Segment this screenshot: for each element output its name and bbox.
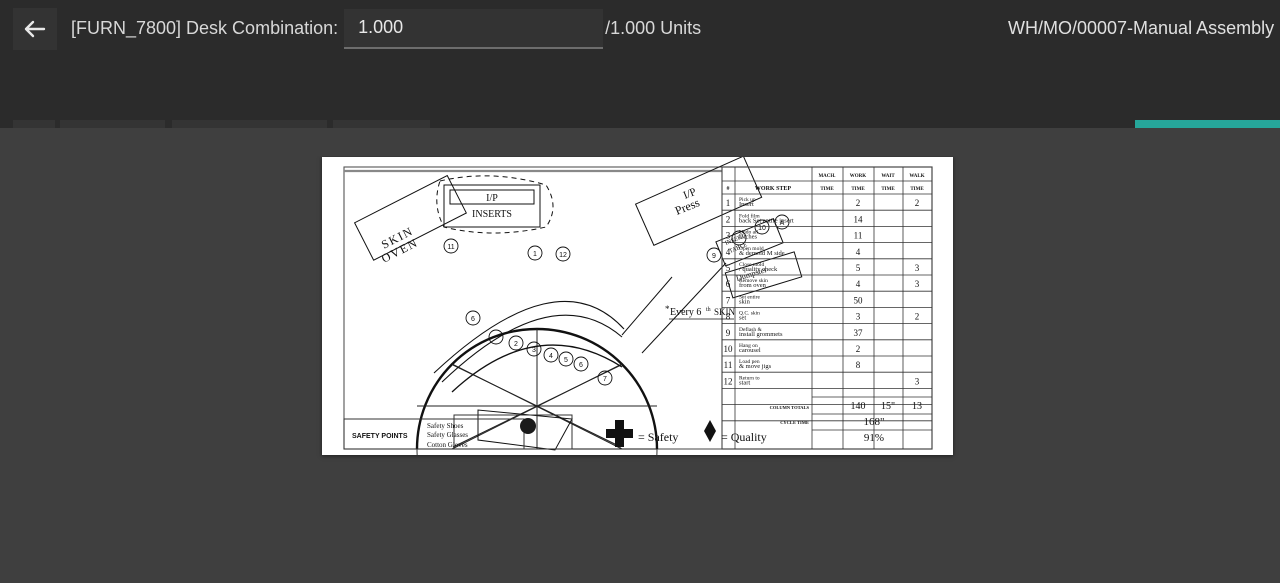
svg-text:3: 3 xyxy=(726,231,731,241)
workorder-toolbar: Pause Previous Skip 00:00:09 VALIDATE xyxy=(0,57,1280,171)
svg-text:10: 10 xyxy=(724,344,734,354)
svg-text:WAIT: WAIT xyxy=(881,174,895,179)
quantity-input[interactable] xyxy=(344,8,604,49)
svg-text:TIME: TIME xyxy=(820,187,834,192)
svg-text:50: 50 xyxy=(854,295,864,305)
svg-text:168": 168" xyxy=(864,416,885,428)
svg-text:3: 3 xyxy=(915,263,920,273)
svg-text:14: 14 xyxy=(854,214,864,224)
svg-text:4: 4 xyxy=(726,247,731,257)
svg-text:5: 5 xyxy=(856,263,861,273)
svg-text:Insert: Insert xyxy=(739,201,754,208)
svg-text:CYCLE TIME: CYCLE TIME xyxy=(780,420,809,425)
content-area: TAKE A PICTURE xyxy=(0,128,1280,583)
svg-text:back Set entire insert: back Set entire insert xyxy=(739,217,794,224)
svg-text:/ quality check: / quality check xyxy=(739,266,778,273)
svg-text:2: 2 xyxy=(915,198,920,208)
svg-text:11: 11 xyxy=(854,231,863,241)
svg-text:2: 2 xyxy=(856,198,861,208)
svg-text:9: 9 xyxy=(712,253,716,260)
svg-text:set: set xyxy=(739,315,746,322)
svg-text:= Safety: = Safety xyxy=(638,430,678,444)
svg-text:4: 4 xyxy=(856,247,861,257)
svg-text:I/P: I/P xyxy=(486,193,498,204)
svg-text:12: 12 xyxy=(559,252,567,259)
svg-text:6: 6 xyxy=(471,316,475,323)
svg-text:5: 5 xyxy=(564,357,568,364)
svg-text:1: 1 xyxy=(726,198,731,208)
svg-text:INSERTS: INSERTS xyxy=(472,209,512,220)
product-label: [FURN_7800] Desk Combination: xyxy=(71,18,339,38)
svg-text:install grommets: install grommets xyxy=(739,331,783,338)
svg-text:4: 4 xyxy=(549,353,553,360)
svg-text:1: 1 xyxy=(533,251,537,258)
svg-text:91%: 91% xyxy=(864,432,884,444)
svg-text:& move jigs: & move jigs xyxy=(739,363,772,370)
svg-text:11: 11 xyxy=(447,244,454,251)
svg-text:2: 2 xyxy=(856,344,861,354)
svg-text:3: 3 xyxy=(915,376,920,386)
svg-text:TIME: TIME xyxy=(851,187,865,192)
svg-text:MACH.: MACH. xyxy=(818,174,836,179)
svg-text:140: 140 xyxy=(851,401,866,412)
svg-text:9: 9 xyxy=(726,328,731,338)
svg-text:WORK STEP: WORK STEP xyxy=(755,186,792,192)
svg-text:WALK: WALK xyxy=(909,174,924,179)
quantity-suffix: /1.000 Units xyxy=(605,18,702,38)
top-header-bar: [FURN_7800] Desk Combination: /1.000 Uni… xyxy=(0,0,1280,57)
arrow-left-icon xyxy=(24,20,46,38)
svg-text:7: 7 xyxy=(603,376,607,383)
svg-text:3: 3 xyxy=(915,279,920,289)
svg-text:COLUMN TOTALS: COLUMN TOTALS xyxy=(770,405,810,410)
svg-text:4: 4 xyxy=(856,279,861,289)
svg-text:8: 8 xyxy=(726,312,731,322)
svg-text:2: 2 xyxy=(514,341,518,348)
svg-text:SKIN: SKIN xyxy=(714,307,736,317)
svg-text:6: 6 xyxy=(726,279,731,289)
svg-text:skin: skin xyxy=(739,298,751,305)
svg-text:start: start xyxy=(739,379,750,386)
pdf-page-1: 11 1 12 6 23 45 67 9 10 A SKIN OVEN I/P INS… xyxy=(322,157,953,455)
svg-text:7: 7 xyxy=(726,295,731,305)
pdf-viewport[interactable]: 11 1 12 6 23 45 67 9 10 A SKIN OVEN I/P INS… xyxy=(0,156,1280,583)
svg-text:th: th xyxy=(706,307,711,313)
back-button[interactable] xyxy=(13,7,57,50)
svg-text:= Quality: = Quality xyxy=(721,430,767,444)
svg-text:WORK: WORK xyxy=(850,174,867,179)
svg-text:37: 37 xyxy=(854,328,864,338)
svg-text:12: 12 xyxy=(724,376,733,386)
mo-reference: WH/MO/00007-Manual Assembly xyxy=(1008,18,1275,38)
svg-text:5: 5 xyxy=(726,263,731,273)
svg-text:3: 3 xyxy=(532,347,536,354)
svg-text:#: # xyxy=(727,186,730,192)
svg-text:2: 2 xyxy=(915,312,920,322)
svg-text:& demold M side: & demold M side xyxy=(739,250,785,257)
svg-text:2: 2 xyxy=(726,214,731,224)
svg-text:carousel: carousel xyxy=(739,347,761,354)
svg-text:from oven: from oven xyxy=(739,282,767,289)
svg-text:6: 6 xyxy=(579,362,583,369)
svg-text:SAFETY POINTS: SAFETY POINTS xyxy=(352,433,408,440)
svg-text:Every 6: Every 6 xyxy=(670,307,701,318)
work-combination-sheet-drawing: 111 126 23 45 67 910 A SKIN OVEN I/P INS… xyxy=(322,157,953,455)
svg-text:15": 15" xyxy=(881,401,895,412)
svg-text:11: 11 xyxy=(724,360,733,370)
svg-text:TIME: TIME xyxy=(881,187,895,192)
svg-text:Safety Glasses: Safety Glasses xyxy=(427,431,468,439)
svg-text:3: 3 xyxy=(856,312,861,322)
svg-text:8: 8 xyxy=(856,360,861,370)
svg-text:Safety Shoes: Safety Shoes xyxy=(427,422,464,430)
svg-text:TIME: TIME xyxy=(910,187,924,192)
svg-text:Cotton Gloves: Cotton Gloves xyxy=(427,441,468,449)
svg-text:latches: latches xyxy=(739,234,758,241)
svg-text:13: 13 xyxy=(912,401,922,412)
